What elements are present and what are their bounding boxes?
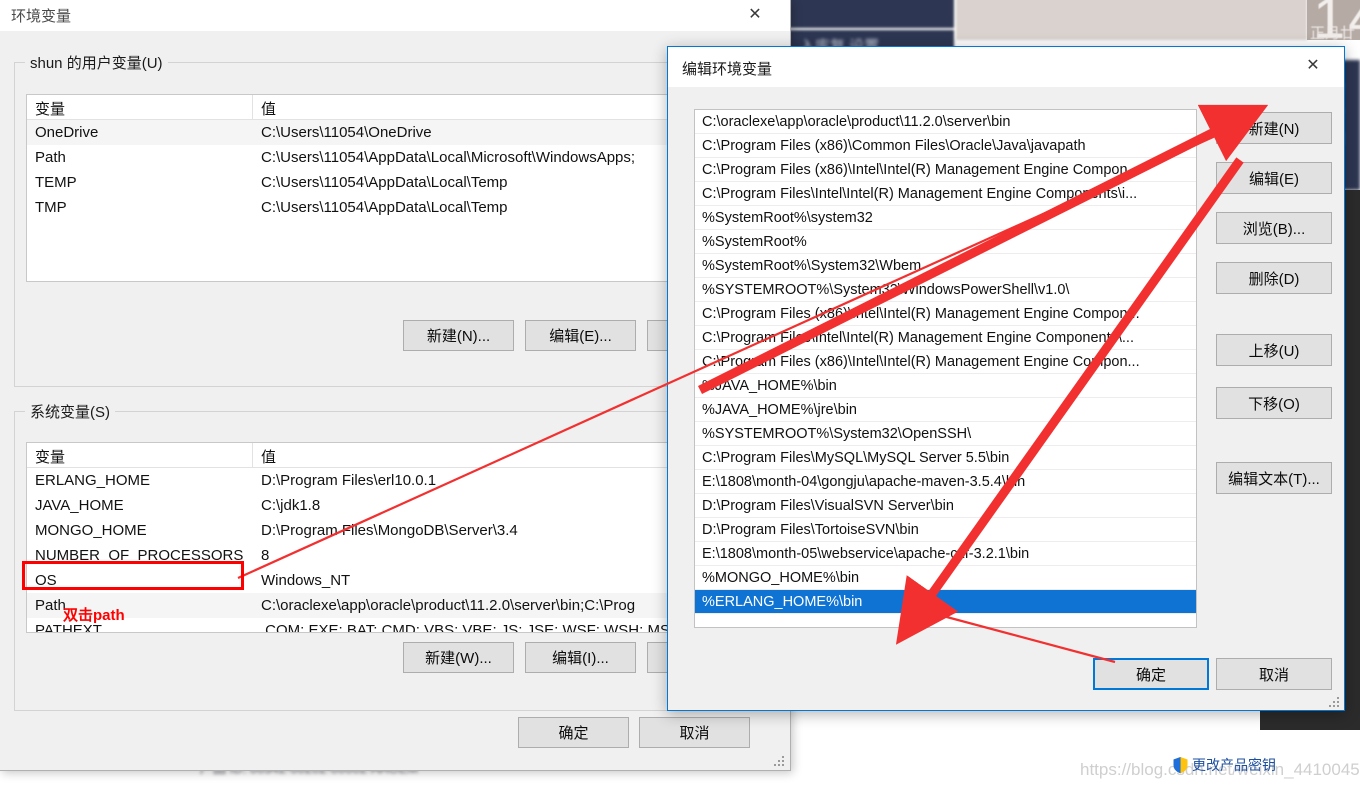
list-item[interactable]: %JAVA_HOME%\jre\bin	[695, 398, 1196, 422]
user-var-name: Path	[35, 149, 66, 166]
list-item[interactable]: %SystemRoot%\System32\Wbem	[695, 254, 1196, 278]
close-icon[interactable]: ✕	[1290, 51, 1336, 81]
user-variables-legend: shun 的用户变量(U)	[25, 52, 168, 73]
system-variables-header: 变量 值	[27, 443, 756, 468]
user-new-button[interactable]: 新建(N)...	[403, 320, 514, 351]
table-row[interactable]: TEMP C:\Users\11054\AppData\Local\Temp	[27, 170, 756, 195]
list-item[interactable]: D:\Program Files\TortoiseSVN\bin	[695, 518, 1196, 542]
system-var-name: JAVA_HOME	[35, 497, 124, 514]
table-row-path[interactable]: Path C:\oraclexe\app\oracle\product\11.2…	[27, 593, 756, 618]
list-item[interactable]: C:\Program Files (x86)\Intel\Intel(R) Ma…	[695, 302, 1196, 326]
edit-dialog-title: 编辑环境变量	[682, 61, 773, 78]
env-ok-button[interactable]: 确定	[518, 717, 629, 748]
resize-grip[interactable]	[1329, 695, 1341, 707]
close-icon[interactable]: ✕	[732, 0, 778, 30]
table-row[interactable]: PATHEXT .COM;.EXE;.BAT;.CMD;.VBS;.VBE;.J…	[27, 618, 756, 633]
list-item[interactable]: %SystemRoot%	[695, 230, 1196, 254]
bg-gray-panel	[956, 0, 1307, 40]
table-row[interactable]: MONGO_HOME D:\Program Files\MongoDB\Serv…	[27, 518, 756, 543]
list-item[interactable]: E:\1808\month-04\gongju\apache-maven-3.5…	[695, 470, 1196, 494]
system-variables-legend: 系统变量(S)	[25, 401, 115, 422]
path-move-up-button[interactable]: 上移(U)	[1216, 334, 1332, 366]
list-item[interactable]: E:\1808\month-05\webservice\apache-cxf-3…	[695, 542, 1196, 566]
list-item[interactable]: C:\Program Files\Intel\Intel(R) Manageme…	[695, 326, 1196, 350]
user-variables-header: 变量 值	[27, 95, 756, 120]
table-row[interactable]: JAVA_HOME C:\jdk1.8	[27, 493, 756, 518]
list-item-selected[interactable]: %ERLANG_HOME%\bin	[695, 590, 1196, 614]
system-variables-list[interactable]: 变量 值 ERLANG_HOME D:\Program Files\erl10.…	[26, 442, 757, 633]
path-edit-text-button[interactable]: 编辑文本(T)...	[1216, 462, 1332, 494]
env-window-titlebar: 环境变量 ✕	[0, 0, 790, 31]
list-item[interactable]: %SYSTEMROOT%\System32\OpenSSH\	[695, 422, 1196, 446]
user-var-name: TMP	[35, 199, 67, 216]
system-variables-rows: ERLANG_HOME D:\Program Files\erl10.0.1 J…	[27, 468, 756, 633]
system-edit-button[interactable]: 编辑(I)...	[525, 642, 636, 673]
table-row[interactable]: Path C:\Users\11054\AppData\Local\Micros…	[27, 145, 756, 170]
list-item[interactable]: %SystemRoot%\system32	[695, 206, 1196, 230]
path-browse-button[interactable]: 浏览(B)...	[1216, 212, 1332, 244]
list-item[interactable]: C:\Program Files (x86)\Intel\Intel(R) Ma…	[695, 350, 1196, 374]
list-item[interactable]: %SYSTEMROOT%\System32\WindowsPowerShell\…	[695, 278, 1196, 302]
system-var-name: NUMBER_OF_PROCESSORS	[35, 547, 244, 564]
table-row[interactable]: OS Windows_NT	[27, 568, 756, 593]
path-edit-button[interactable]: 编辑(E)	[1216, 162, 1332, 194]
list-item[interactable]: C:\oraclexe\app\oracle\product\11.2.0\se…	[695, 110, 1196, 134]
resize-grip[interactable]	[774, 754, 786, 766]
system-var-name: OS	[35, 572, 57, 589]
table-row[interactable]: OneDrive C:\Users\11054\OneDrive	[27, 120, 756, 145]
env-window-title: 环境变量	[11, 8, 72, 25]
edit-environment-variable-dialog: 编辑环境变量 ✕ C:\oraclexe\app\oracle\product\…	[667, 46, 1345, 711]
system-col-variable[interactable]: 变量	[27, 443, 253, 467]
change-product-key-label: 更改产品密钥	[1192, 757, 1276, 773]
edit-cancel-button[interactable]: 取消	[1216, 658, 1332, 690]
list-item[interactable]: %JAVA_HOME%\bin	[695, 374, 1196, 398]
system-new-button[interactable]: 新建(W)...	[403, 642, 514, 673]
bg-dark-tile-top	[789, 0, 954, 28]
shield-icon	[1172, 756, 1189, 774]
edit-dialog-titlebar: 编辑环境变量 ✕	[668, 47, 1344, 87]
user-variables-list[interactable]: 变量 值 OneDrive C:\Users\11054\OneDrive Pa…	[26, 94, 757, 282]
path-entries-list[interactable]: C:\oraclexe\app\oracle\product\11.2.0\se…	[694, 109, 1197, 628]
edit-ok-button[interactable]: 确定	[1093, 658, 1209, 690]
list-item[interactable]: C:\Program Files\MySQL\MySQL Server 5.5\…	[695, 446, 1196, 470]
list-item[interactable]: C:\Program Files\Intel\Intel(R) Manageme…	[695, 182, 1196, 206]
list-item[interactable]: D:\Program Files\VisualSVN Server\bin	[695, 494, 1196, 518]
system-var-name: Path	[35, 597, 66, 614]
table-row[interactable]: ERLANG_HOME D:\Program Files\erl10.0.1	[27, 468, 756, 493]
env-cancel-button[interactable]: 取消	[639, 717, 750, 748]
change-product-key-link[interactable]: 更改产品密钥	[1172, 755, 1276, 775]
system-var-name: MONGO_HOME	[35, 522, 147, 539]
table-row[interactable]: NUMBER_OF_PROCESSORS 8	[27, 543, 756, 568]
user-variables-rows: OneDrive C:\Users\11054\OneDrive Path C:…	[27, 120, 756, 220]
list-item[interactable]: %MONGO_HOME%\bin	[695, 566, 1196, 590]
table-row[interactable]: TMP C:\Users\11054\AppData\Local\Temp	[27, 195, 756, 220]
system-var-name: PATHEXT	[35, 622, 102, 633]
path-move-down-button[interactable]: 下移(O)	[1216, 387, 1332, 419]
list-item[interactable]: C:\Program Files (x86)\Common Files\Orac…	[695, 134, 1196, 158]
user-var-name: OneDrive	[35, 124, 99, 141]
path-new-button[interactable]: 新建(N)	[1216, 112, 1332, 144]
path-delete-button[interactable]: 删除(D)	[1216, 262, 1332, 294]
user-var-name: TEMP	[35, 174, 77, 191]
user-edit-button[interactable]: 编辑(E)...	[525, 320, 636, 351]
user-col-variable[interactable]: 变量	[27, 95, 253, 119]
system-var-name: ERLANG_HOME	[35, 472, 151, 489]
list-item[interactable]: C:\Program Files (x86)\Intel\Intel(R) Ma…	[695, 158, 1196, 182]
